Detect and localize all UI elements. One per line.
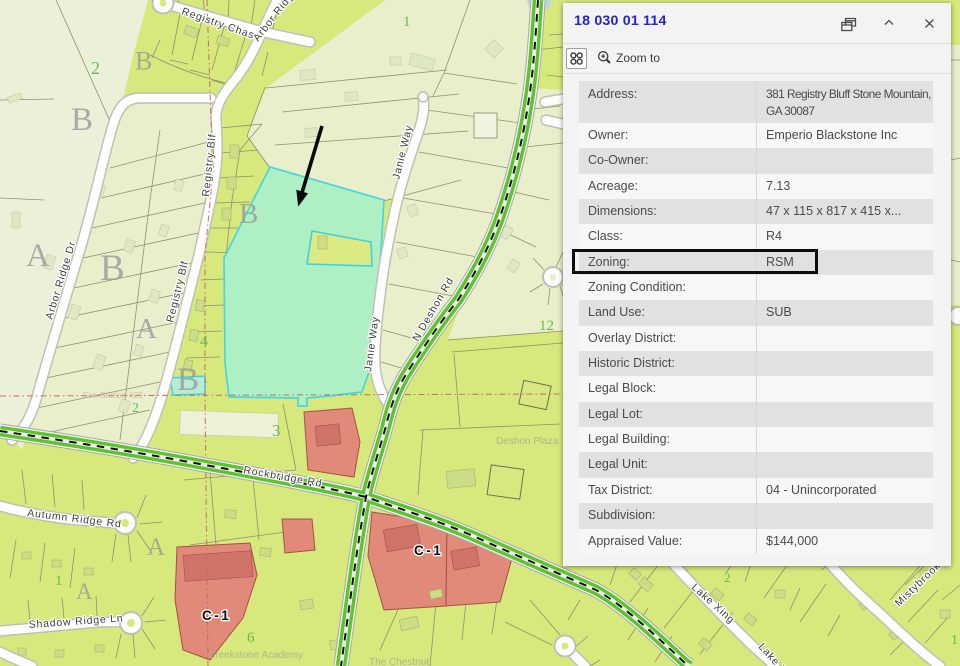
- svg-text:1: 1: [951, 633, 958, 648]
- svg-text:B: B: [135, 47, 152, 76]
- svg-text:A: A: [76, 579, 93, 604]
- svg-text:C-1: C-1: [414, 543, 443, 558]
- svg-text:3: 3: [272, 421, 281, 440]
- svg-text:2: 2: [132, 401, 139, 416]
- svg-text:B: B: [71, 102, 93, 138]
- svg-text:The Chestnut: The Chestnut: [369, 657, 429, 666]
- svg-text:A: A: [136, 313, 157, 345]
- svg-text:2: 2: [91, 58, 100, 78]
- svg-text:B: B: [100, 248, 125, 289]
- svg-text:B: B: [177, 362, 199, 398]
- svg-text:12: 12: [539, 318, 554, 334]
- svg-text:A: A: [26, 238, 50, 274]
- svg-text:4: 4: [200, 333, 208, 350]
- svg-text:Creekstone Academy: Creekstone Academy: [208, 650, 303, 661]
- svg-text:A: A: [147, 534, 165, 561]
- svg-text:Deshon Plaza: Deshon Plaza: [496, 436, 559, 447]
- svg-text:1: 1: [403, 14, 411, 30]
- svg-text:6: 6: [247, 630, 255, 646]
- svg-text:2: 2: [724, 570, 731, 585]
- svg-text:1: 1: [55, 573, 63, 589]
- svg-text:Fire Station #25: Fire Station #25: [83, 390, 143, 400]
- svg-text:B: B: [239, 198, 258, 230]
- svg-text:C-1: C-1: [202, 608, 231, 623]
